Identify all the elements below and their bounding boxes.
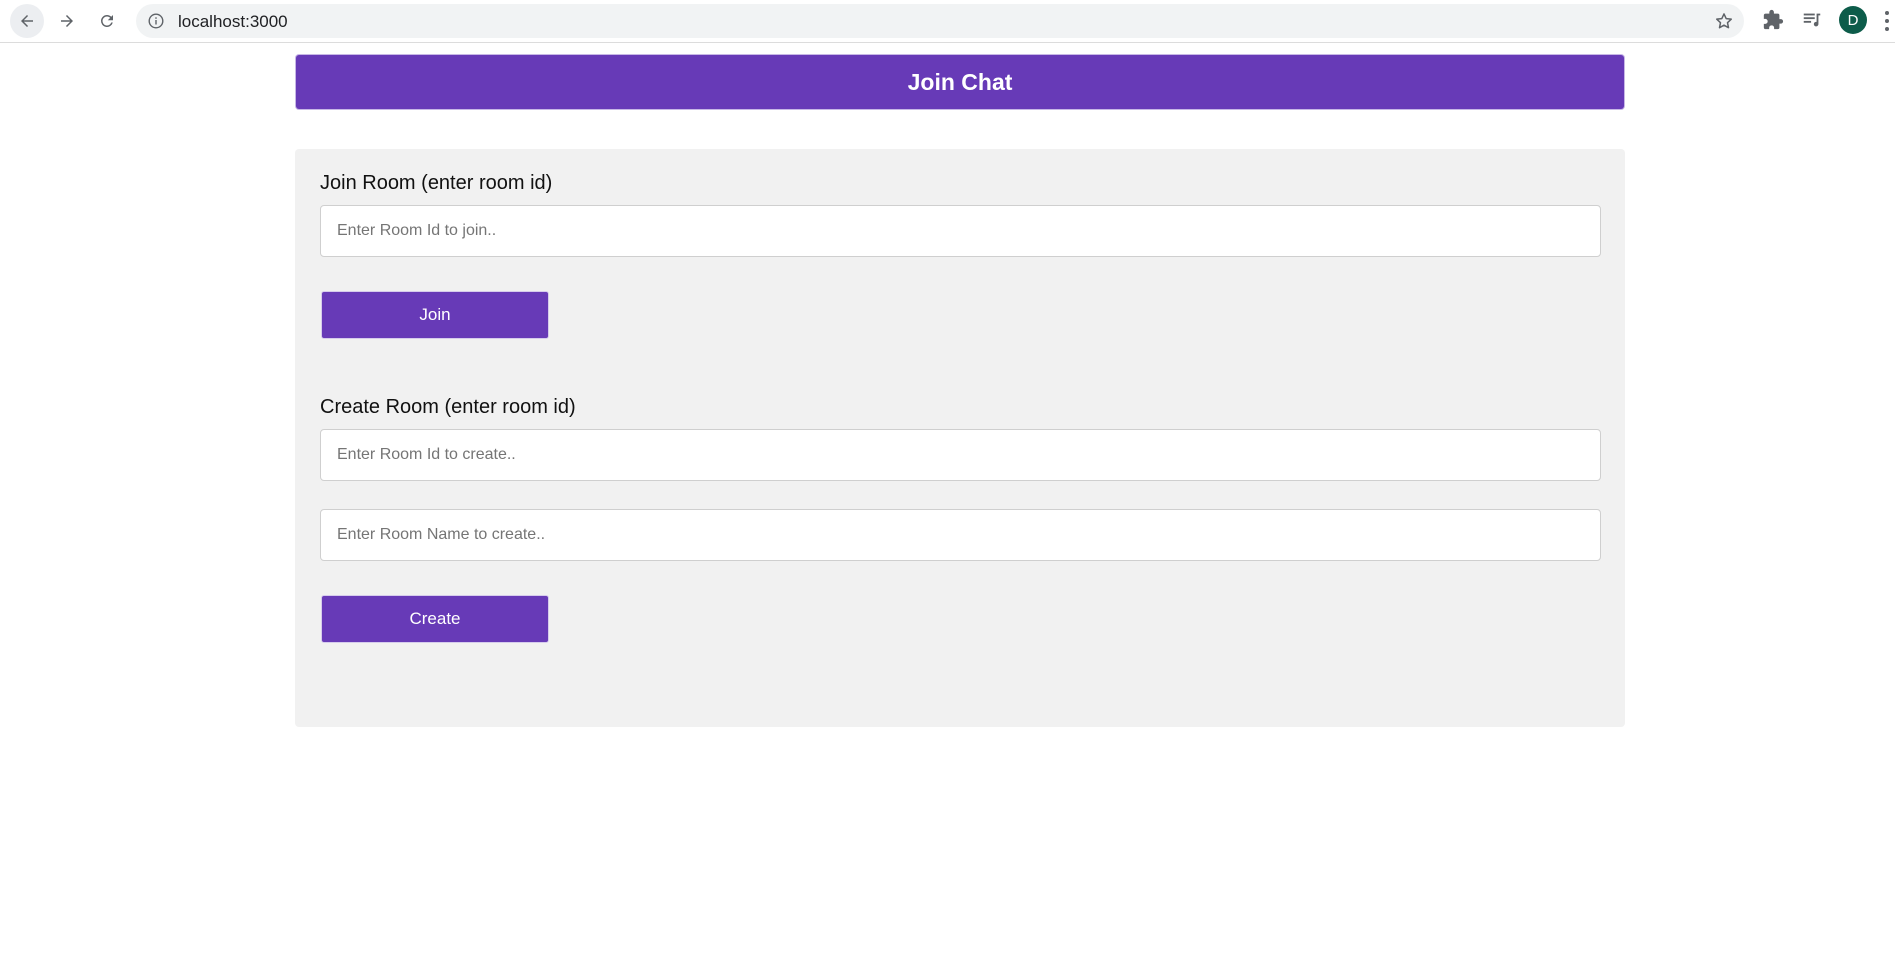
page-title: Join Chat	[907, 68, 1013, 95]
star-icon[interactable]	[1714, 11, 1734, 31]
forward-button[interactable]	[50, 4, 84, 38]
arrow-right-icon	[61, 15, 73, 27]
join-room-id-input[interactable]	[320, 205, 1601, 257]
page-header: Join Chat	[296, 55, 1624, 109]
arrow-left-icon	[21, 15, 33, 27]
create-room-label: Create Room (enter room id)	[320, 396, 576, 418]
browser-toolbar: localhost:3000 D	[0, 0, 1895, 43]
kebab-menu-icon[interactable]	[1884, 10, 1890, 32]
room-form-panel: Join Room (enter room id) Join Create Ro…	[295, 149, 1625, 727]
address-bar[interactable]: localhost:3000	[136, 4, 1744, 38]
url-text[interactable]: localhost:3000	[178, 12, 288, 32]
create-room-name-input[interactable]	[320, 509, 1601, 561]
create-button[interactable]: Create	[321, 595, 549, 643]
join-room-label: Join Room (enter room id)	[320, 172, 553, 194]
playlist-icon[interactable]	[1801, 9, 1823, 31]
join-button[interactable]: Join	[321, 291, 549, 339]
back-button[interactable]	[10, 4, 44, 38]
reload-icon	[100, 14, 113, 27]
create-room-id-input[interactable]	[320, 429, 1601, 481]
puzzle-icon[interactable]	[1762, 9, 1784, 31]
profile-avatar[interactable]: D	[1839, 6, 1867, 34]
reload-button[interactable]	[90, 4, 124, 38]
info-icon[interactable]	[148, 13, 164, 29]
